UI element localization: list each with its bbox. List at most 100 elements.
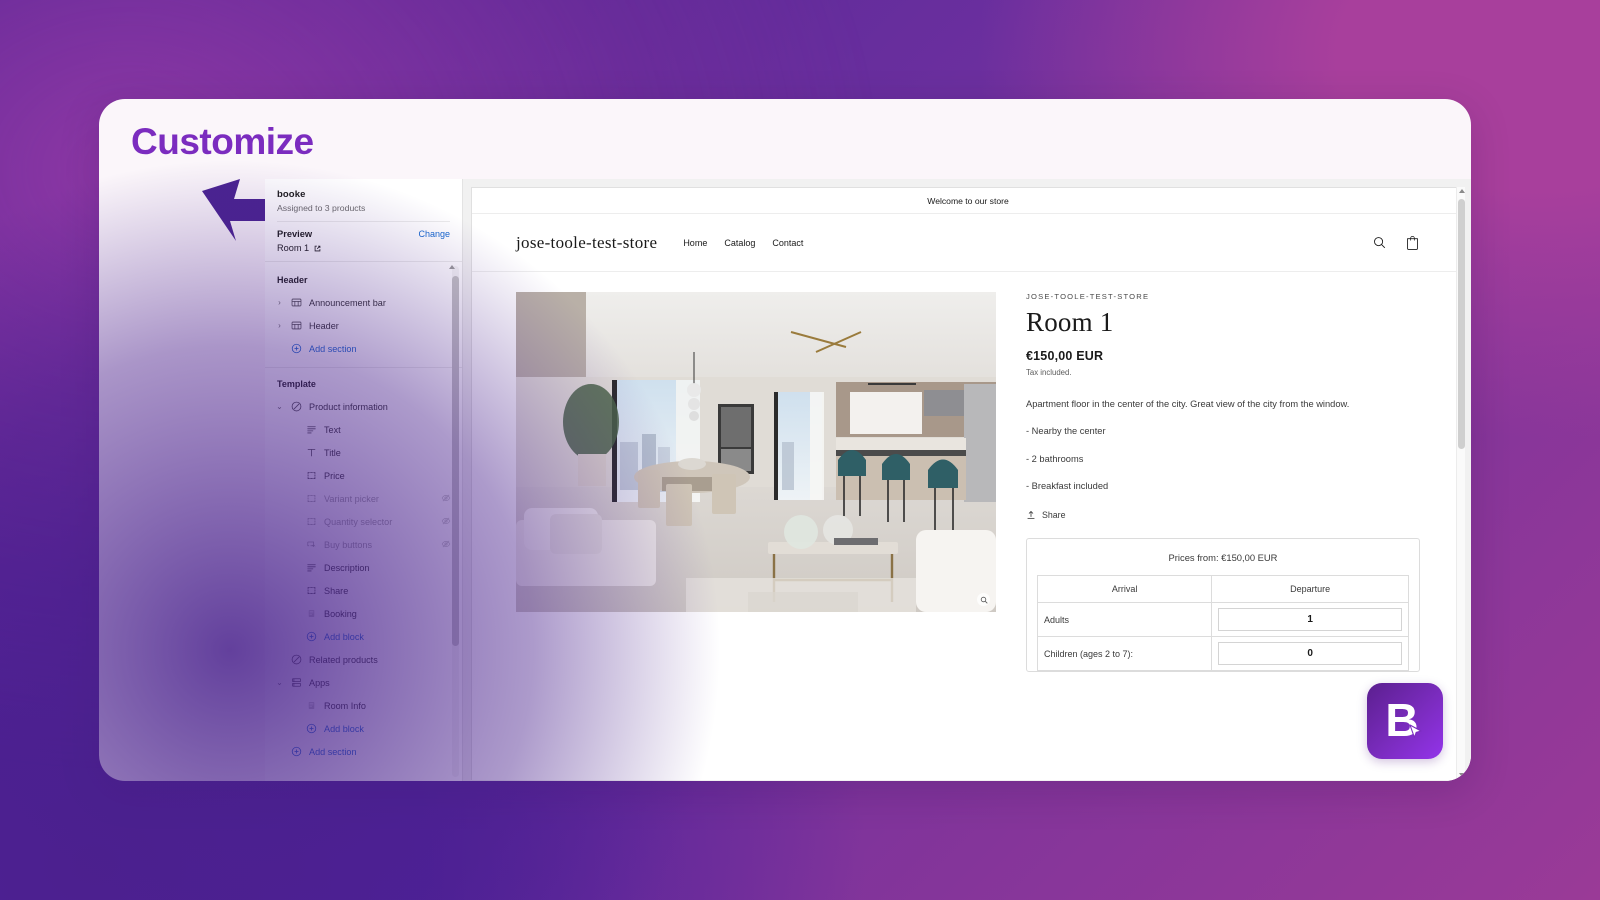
buy-button-icon [305,538,318,551]
app-block-icon [305,699,318,712]
plus-circle-icon [305,722,318,735]
product-detail-page: JOSE-TOOLE-TEST-STORE Room 1 €150,00 EUR… [472,272,1464,673]
divider [265,367,462,368]
share-button[interactable]: Share [1026,510,1420,520]
plus-circle-icon [290,342,303,355]
hidden-eye-icon[interactable] [441,493,452,504]
preview-label: Preview [277,229,313,239]
text-icon [305,561,318,574]
sidebar-item-label: Share [324,585,349,596]
product-info: JOSE-TOOLE-TEST-STORE Room 1 €150,00 EUR… [1026,292,1420,673]
sidebar-item-related-products[interactable]: Related products [265,648,462,671]
theme-name: booke [277,189,306,200]
children-label: Children (ages 2 to 7): [1036,636,1213,672]
sidebar-item-announcement-bar[interactable]: › Announcement bar [265,291,462,314]
change-preview-button[interactable]: Change [418,229,450,239]
sidebar-sections-scroll[interactable]: Header › Announcement bar › Header Add sectio… [265,262,462,781]
preview-value[interactable]: Room 1 [277,243,450,253]
page-background: Customize booke Assigned to 3 products P… [0,0,1600,900]
sidebar-item-room-info[interactable]: Room Info [265,694,462,717]
nav-link-contact[interactable]: Contact [772,238,803,248]
search-icon[interactable] [1372,235,1387,250]
sidebar-item-label: Buy buttons [324,539,373,550]
store-logo[interactable]: jose-toole-test-store [516,233,657,253]
table-header-row: Arrival Departure [1036,575,1409,604]
nav-link-home[interactable]: Home [683,238,707,248]
chevron-down-icon[interactable]: ⌄ [275,402,284,411]
sidebar-item-label: Product information [309,401,388,412]
store-header: jose-toole-test-store Home Catalog Conta… [472,214,1464,272]
announcement-text: Welcome to our store [927,195,1009,206]
sidebar-scrollbar[interactable] [449,265,459,777]
sidebar-item-label: Room Info [324,700,366,711]
store-preview-frame: Welcome to our store jose-toole-test-sto… [471,187,1465,780]
preview-scroll-down-icon[interactable] [1459,773,1465,777]
sidebar-item-buy-buttons[interactable]: Buy buttons [265,533,462,556]
sidebar-item-header[interactable]: › Header [265,314,462,337]
sidebar-item-product-information[interactable]: ⌄ Product information [265,395,462,418]
section-icon [290,319,303,332]
cursor-arrow-icon [1409,724,1422,738]
sidebar-item-booking[interactable]: Booking [265,602,462,625]
image-zoom-icon[interactable] [977,593,990,606]
preview-product-name: Room 1 [277,243,310,253]
title-icon [305,446,318,459]
sidebar-item-add-block[interactable]: Add block [265,625,462,648]
plus-circle-icon [290,745,303,758]
sidebar-item-quantity-selector[interactable]: Quantity selector [265,510,462,533]
cart-icon[interactable] [1405,235,1420,251]
sidebar-item-price[interactable]: Price [265,464,462,487]
sidebar-item-label: Related products [309,654,378,665]
theme-assignment: Assigned to 3 products [277,203,366,213]
product-tax-note: Tax included. [1026,368,1072,377]
hidden-eye-icon[interactable] [441,516,452,527]
sidebar-scrollbar-thumb[interactable] [452,276,459,646]
scroll-up-arrow-icon[interactable] [449,265,455,269]
preview-scroll-up-icon[interactable] [1459,189,1465,193]
sidebar-item-label: Booking [324,608,357,619]
sidebar-item-share[interactable]: Share [265,579,462,602]
sidebar-item-label: Quantity selector [324,516,393,527]
sidebar-item-text[interactable]: Text [265,418,462,441]
column-arrival[interactable]: Arrival [1036,575,1213,604]
chevron-down-icon[interactable]: ⌄ [275,678,284,687]
sidebar-item-description[interactable]: Description [265,556,462,579]
description-bullet-2: - 2 bathrooms [1026,453,1084,464]
apps-icon [290,676,303,689]
sidebar-item-label: Header [309,320,339,331]
chevron-right-icon[interactable]: › [275,321,284,330]
booking-widget: Prices from: €150,00 EUR Arrival Departu… [1026,538,1420,673]
sidebar-item-title[interactable]: Title [265,441,462,464]
description-paragraph: Apartment floor in the center of the cit… [1026,399,1350,409]
product-image[interactable] [516,292,996,612]
preview-scrollbar-thumb[interactable] [1458,199,1465,449]
adults-input[interactable] [1218,608,1402,632]
preview-scrollbar[interactable] [1456,187,1465,781]
section-icon [290,296,303,309]
sidebar-group-label: Template [277,379,316,389]
sidebar-header: booke Assigned to 3 products Preview Cha… [265,179,462,262]
store-header-icons [1372,235,1420,251]
hidden-eye-icon[interactable] [441,539,452,550]
share-icon [1027,511,1035,520]
table-row: Adults [1036,602,1409,638]
table-row: Children (ages 2 to 7): [1036,636,1409,672]
sidebar-item-label: Apps [309,677,330,688]
sidebar-item-variant-picker[interactable]: Variant picker [265,487,462,510]
description-bullet-3: - Breakfast included [1026,480,1109,491]
children-input[interactable] [1218,642,1402,666]
block-icon [305,492,318,505]
sidebar-item-apps[interactable]: ⌄ Apps [265,671,462,694]
block-icon [305,515,318,528]
sidebar-item-label: Announcement bar [309,297,386,308]
adults-label: Adults [1036,602,1213,638]
column-departure[interactable]: Departure [1211,575,1409,604]
sidebar-item-add-section[interactable]: Add section [265,740,462,763]
product-price: €150,00 EUR [1026,349,1104,363]
nav-link-catalog[interactable]: Catalog [724,238,755,248]
chevron-right-icon[interactable]: › [275,298,284,307]
sidebar-item-add-section[interactable]: Add section [265,337,462,360]
block-icon [305,584,318,597]
preview-row: Preview Change [277,229,450,239]
sidebar-item-add-block[interactable]: Add block [265,717,462,740]
